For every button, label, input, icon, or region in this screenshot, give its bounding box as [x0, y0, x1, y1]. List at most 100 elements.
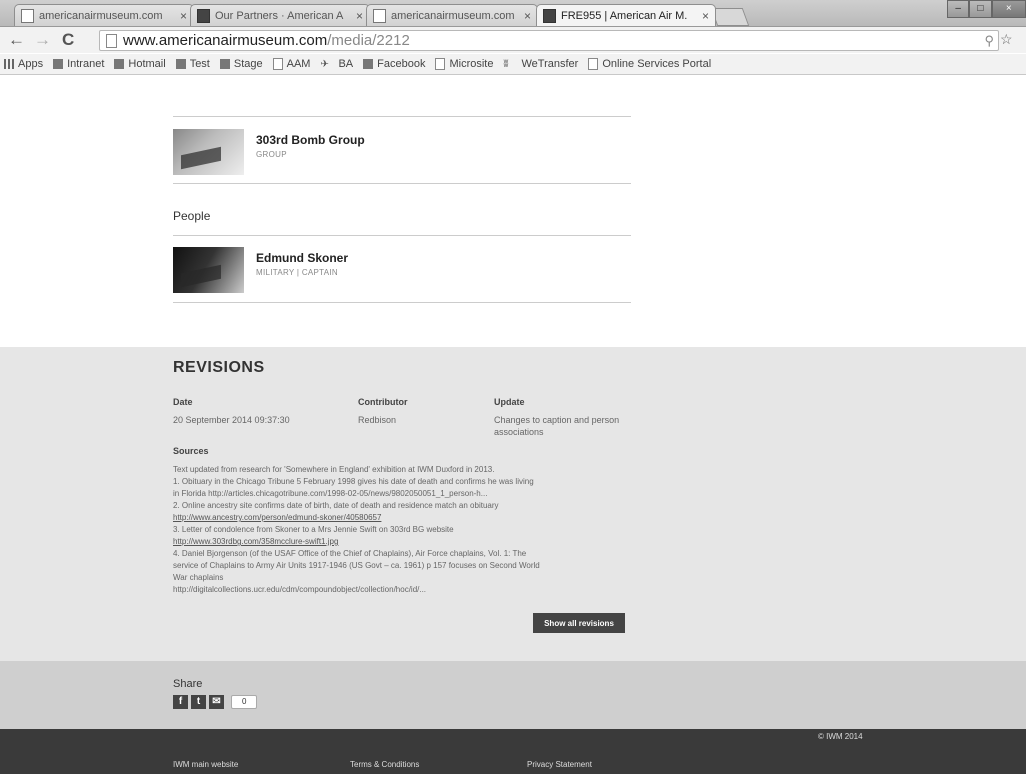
bookmark-microsite[interactable]: Microsite	[435, 58, 493, 70]
footer-link-privacy[interactable]: Privacy Statement	[527, 760, 592, 769]
folder-icon	[53, 59, 64, 69]
source-line: War chaplains	[173, 573, 224, 582]
bookmark-hotmail[interactable]: Hotmail	[114, 58, 166, 70]
source-line: in Florida http://articles.chicagotribun…	[173, 489, 488, 498]
email-icon[interactable]: ✉	[209, 695, 224, 709]
zoom-icon[interactable]: ⚲	[984, 33, 994, 49]
bookmark-apps[interactable]: Apps	[4, 58, 43, 70]
sources-list: Text updated from research for 'Somewher…	[173, 464, 593, 596]
url-path: /media/2212	[327, 32, 410, 49]
source-line: 2. Online ancestry site confirms date of…	[173, 501, 499, 510]
iwm-icon	[175, 59, 186, 69]
forward-arrow-icon[interactable]: →	[34, 30, 51, 50]
page-content: 303rd Bomb Group GROUP People Edmund Sko…	[0, 75, 1026, 774]
col-update-header: Update	[494, 397, 525, 407]
bookmark-label: AAM	[286, 58, 311, 70]
bookmark-facebook[interactable]: Facebook	[363, 58, 425, 70]
windows-icon	[114, 59, 125, 69]
bookmark-aam[interactable]: AAM	[272, 58, 311, 70]
star-icon[interactable]: ☆	[1000, 31, 1016, 48]
back-arrow-icon[interactable]: ←	[8, 30, 25, 50]
page-icon	[373, 8, 386, 23]
share-section: Share f t ✉ 0	[0, 661, 1026, 729]
bookmark-label: Stage	[233, 58, 263, 70]
tab-label: Our Partners · American A	[215, 9, 344, 22]
bookmark-stage[interactable]: Stage	[219, 58, 263, 70]
reload-icon[interactable]: C	[62, 30, 74, 50]
group-item[interactable]: 303rd Bomb Group GROUP	[173, 129, 365, 175]
bookmark-label: WeTransfer	[521, 58, 579, 70]
group-thumbnail	[173, 129, 244, 175]
divider	[173, 302, 631, 303]
person-name: Edmund Skoner	[256, 251, 349, 265]
source-line: 4. Daniel Bjorgenson (of the USAF Office…	[173, 549, 527, 558]
bookmark-intranet[interactable]: Intranet	[53, 58, 104, 70]
facebook-icon[interactable]: f	[173, 695, 188, 709]
site-footer: IWM main website Terms & Conditions Priv…	[0, 729, 1026, 774]
bookmark-label: Microsite	[449, 58, 494, 70]
tab-label: americanairmuseum.com	[39, 9, 163, 22]
revisions-title: REVISIONS	[173, 359, 265, 376]
browser-tab[interactable]: americanairmuseum.com ×	[14, 4, 194, 26]
source-line: 1. Obituary in the Chicago Tribune 5 Feb…	[173, 477, 534, 486]
wetransfer-icon: ʬ	[503, 59, 509, 70]
bookmark-label: Test	[189, 58, 210, 70]
browser-toolbar: ← → C www.americanairmuseum.com/media/22…	[0, 27, 1026, 53]
bookmark-wetransfer[interactable]: ʬ WeTransfer	[503, 58, 578, 70]
page-icon	[435, 58, 446, 70]
group-type: GROUP	[256, 150, 287, 159]
url-host: www.americanairmuseum.com	[123, 32, 328, 49]
page-icon	[106, 33, 117, 48]
revision-contributor[interactable]: Redbison	[358, 414, 396, 426]
tab-label: FRE955 | American Air M.	[561, 9, 688, 22]
footer-link-terms[interactable]: Terms & Conditions	[350, 760, 419, 769]
bookmarks-bar: Apps Intranet Hotmail Test Stage AAM ✈ BA…	[0, 54, 1026, 75]
page-icon	[588, 58, 599, 70]
bookmark-label: BA	[338, 58, 354, 70]
browser-tab[interactable]: Our Partners · American A ×	[190, 4, 370, 26]
source-line: Text updated from research for 'Somewher…	[173, 465, 495, 474]
revision-update: Changes to caption and person associatio…	[494, 415, 620, 437]
footer-link-iwm[interactable]: IWM main website	[173, 760, 238, 769]
close-icon[interactable]: ×	[352, 9, 363, 23]
share-heading: Share	[173, 678, 203, 690]
page-icon	[21, 8, 34, 23]
source-link[interactable]: http://www.ancestry.com/person/edmund-sk…	[173, 512, 593, 524]
minimize-icon[interactable]: –	[947, 0, 970, 18]
show-all-revisions-button[interactable]: Show all revisions	[533, 613, 625, 633]
bookmark-label: Facebook	[377, 58, 426, 70]
close-icon[interactable]: ×	[176, 9, 187, 23]
revision-date: 20 September 2014 09:37:30	[173, 415, 290, 425]
bookmark-label: Online Services Portal	[602, 58, 712, 70]
person-type: MILITARY | CAPTAIN	[256, 268, 339, 277]
window-controls: – □ ×	[947, 0, 1026, 18]
divider	[173, 183, 631, 184]
person-item[interactable]: Edmund Skoner MILITARY | CAPTAIN	[173, 247, 348, 293]
facebook-icon	[363, 59, 374, 69]
bookmark-ba[interactable]: ✈ BA	[320, 58, 353, 70]
bookmark-test[interactable]: Test	[175, 58, 210, 70]
col-date-header: Date	[173, 397, 193, 407]
bookmark-label: Apps	[18, 58, 44, 70]
footer-copyright: © IWM 2014	[818, 732, 863, 741]
browser-tab[interactable]: americanairmuseum.com ×	[366, 4, 538, 26]
divider	[173, 235, 631, 236]
grid-icon	[4, 59, 14, 69]
browser-tab-active[interactable]: FRE955 | American Air M. ×	[536, 4, 716, 26]
maximize-icon[interactable]: □	[969, 0, 992, 18]
bookmark-online-services[interactable]: Online Services Portal	[588, 58, 711, 70]
twitter-icon[interactable]: t	[191, 695, 206, 709]
close-window-icon[interactable]: ×	[991, 0, 1026, 18]
share-icons: f t ✉ 0	[173, 695, 258, 709]
source-link[interactable]: http://www.303rdbg.com/358mcclure-swift1…	[173, 536, 593, 548]
page-icon	[272, 58, 283, 70]
tab-label: americanairmuseum.com	[391, 9, 515, 22]
iwm-icon	[197, 8, 210, 23]
revisions-section: REVISIONS Date Contributor Update 20 Sep…	[0, 347, 1026, 661]
col-contributor-header: Contributor	[358, 397, 408, 407]
close-icon[interactable]: ×	[698, 9, 709, 23]
new-tab-button[interactable]	[710, 8, 750, 26]
address-bar[interactable]: www.americanairmuseum.com/media/2212 ⚲	[99, 30, 999, 51]
close-icon[interactable]: ×	[520, 9, 531, 23]
divider	[173, 116, 631, 117]
